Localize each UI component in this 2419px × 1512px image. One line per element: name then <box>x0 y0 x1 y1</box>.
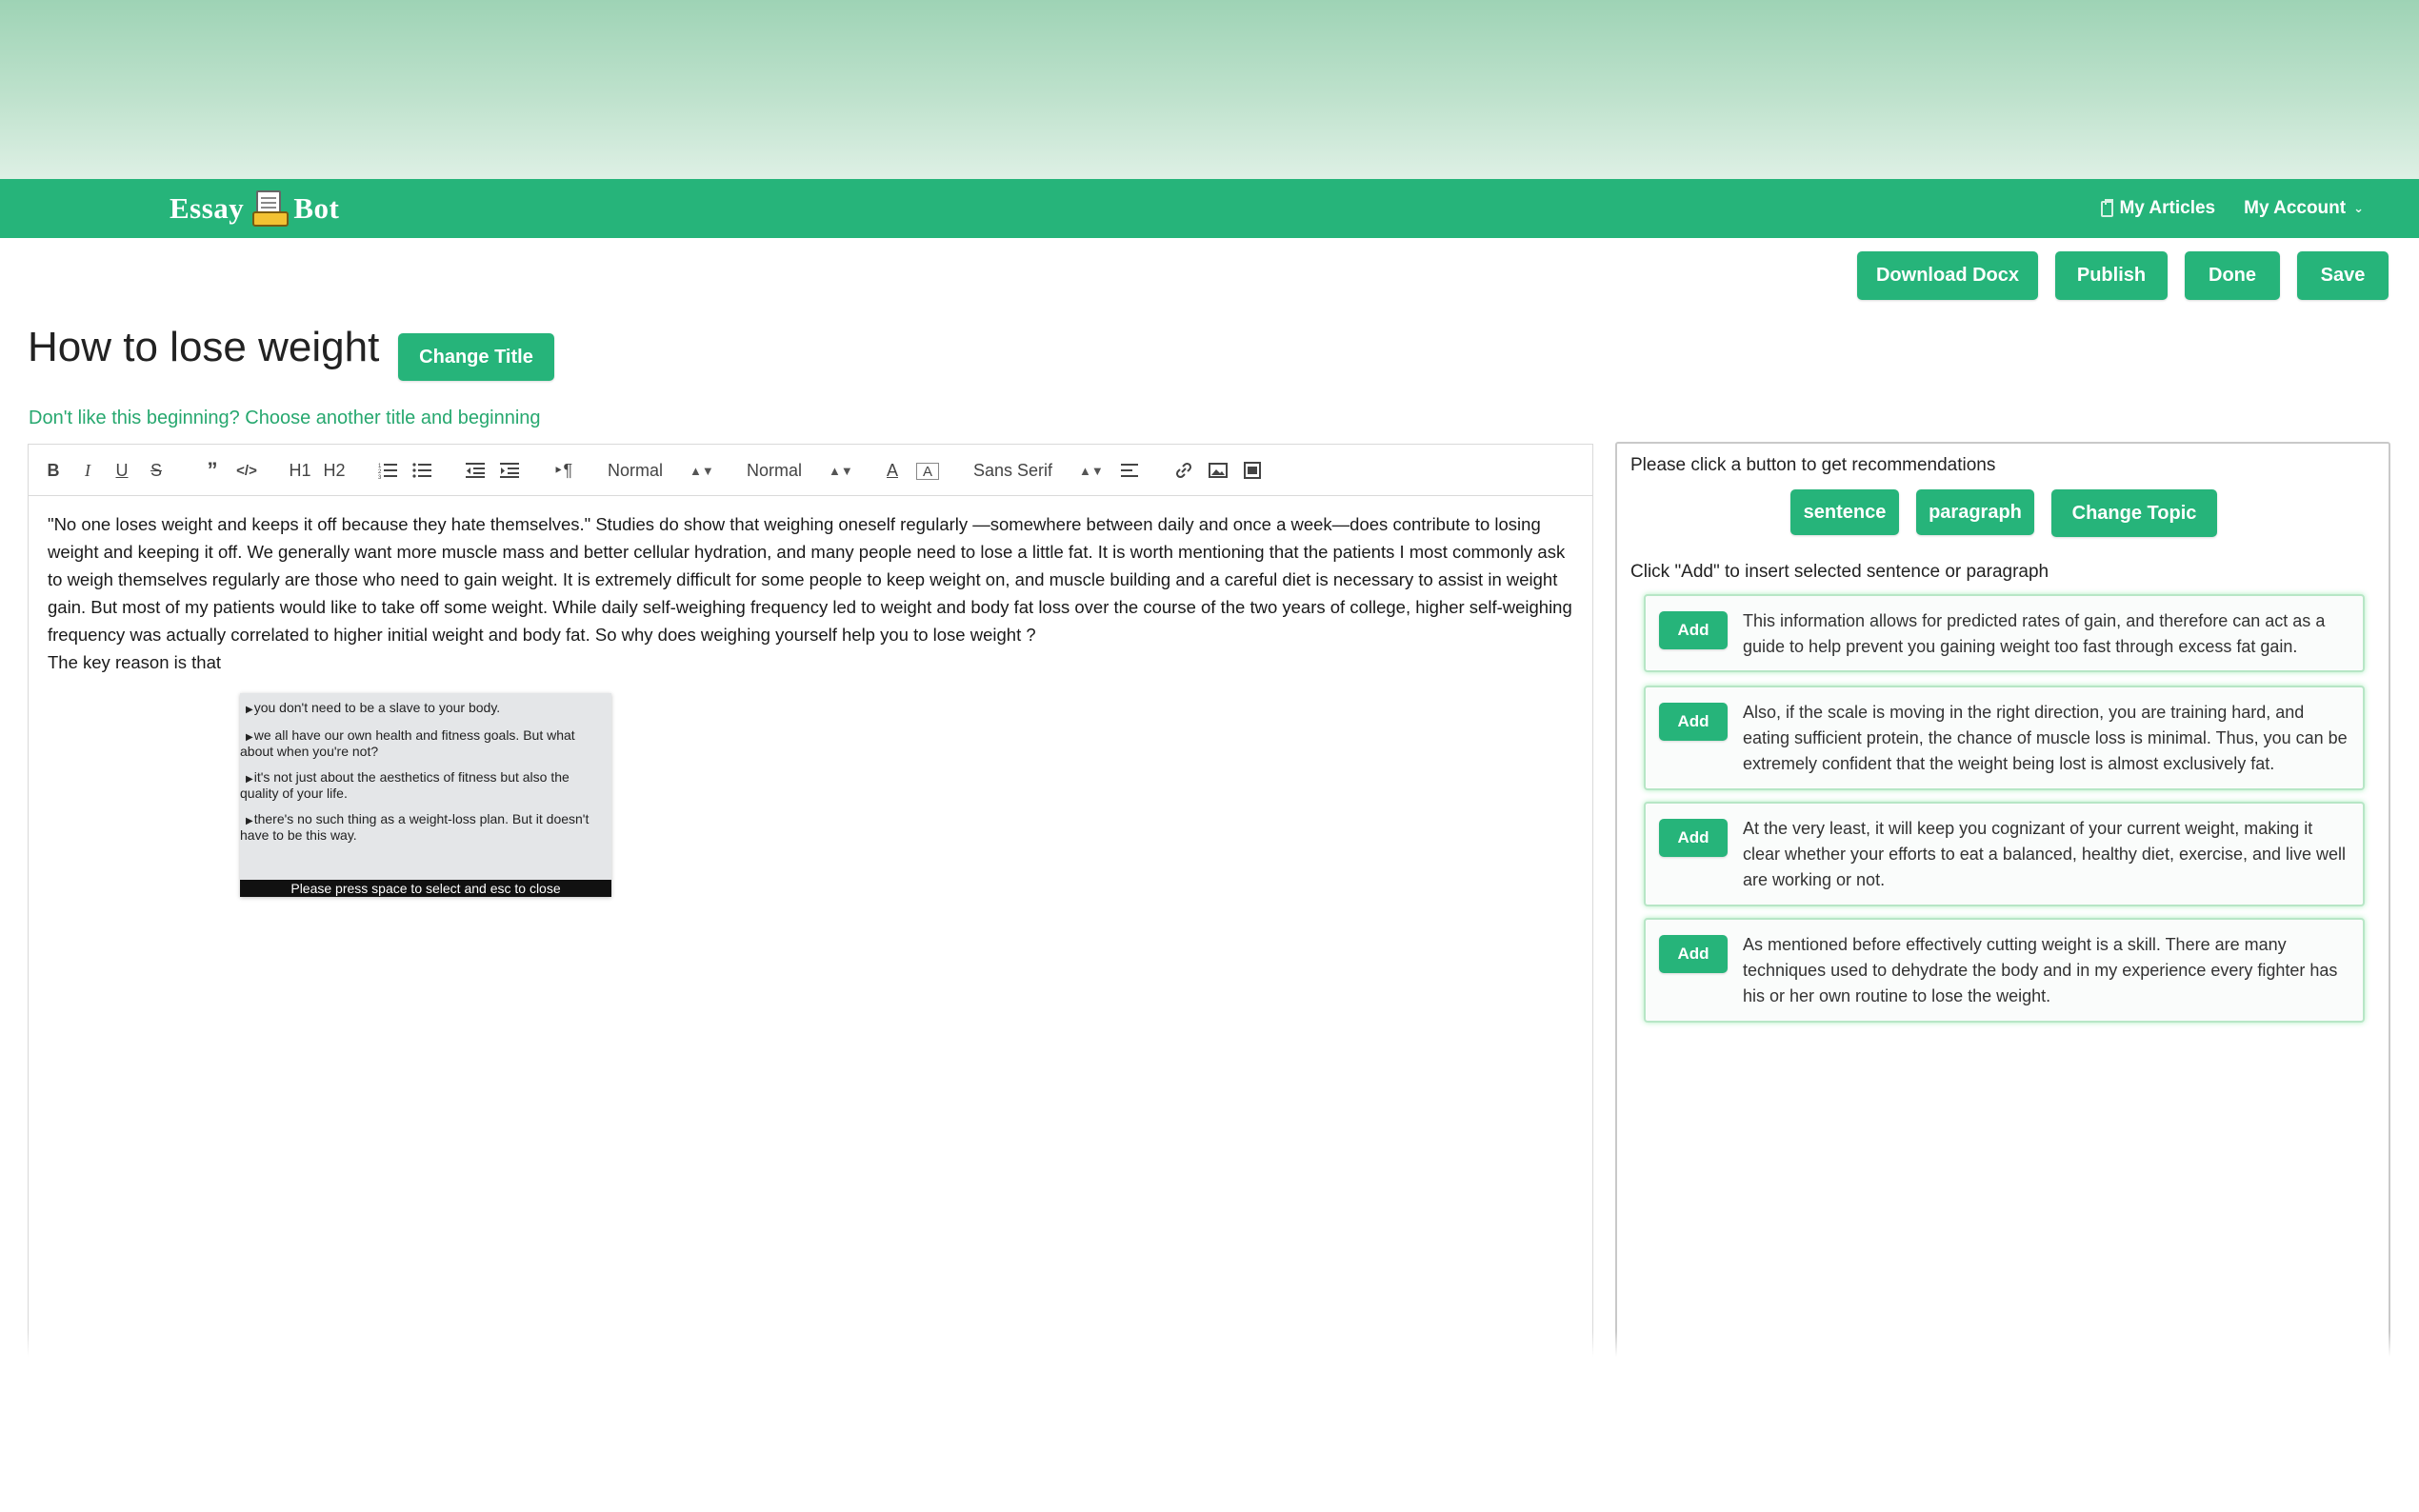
suggestion-item[interactable]: ▶you don't need to be a slave to your bo… <box>240 701 606 717</box>
clipboard-icon <box>2101 198 2114 217</box>
add-button[interactable]: Add <box>1659 935 1728 973</box>
italic-icon[interactable]: I <box>78 458 97 483</box>
video-icon[interactable] <box>1240 458 1265 483</box>
sentence-button[interactable]: sentence <box>1790 489 1899 535</box>
recommendation-text: As mentioned before effectively cutting … <box>1743 935 2338 1005</box>
bold-icon[interactable]: B <box>44 458 63 483</box>
download-docx-button[interactable]: Download Docx <box>1857 251 2038 300</box>
done-button[interactable]: Done <box>2185 251 2280 300</box>
suggestion-item[interactable]: ▶there's no such thing as a weight-loss … <box>240 812 606 843</box>
suggestion-item[interactable]: ▶it's not just about the aesthetics of f… <box>240 770 606 801</box>
text-editor: B I U S ” </> H1 H2 123 ‣¶ Normal ▲▼ Norm… <box>28 444 1593 1396</box>
font-family-select[interactable]: Sans Serif ▲▼ <box>973 458 1104 483</box>
recommendation-text: Also, if the scale is moving in the righ… <box>1743 703 2348 773</box>
h2-label: H2 <box>323 460 346 480</box>
blockquote-icon[interactable]: ” <box>200 458 225 483</box>
bullet-list-icon[interactable] <box>410 458 434 483</box>
recommendation-card: Add At the very least, it will keep you … <box>1644 802 2365 906</box>
add-button[interactable]: Add <box>1659 703 1728 741</box>
brand-word-right: Bot <box>293 191 340 225</box>
add-hint: Click "Add" to insert selected sentence … <box>1630 562 2049 582</box>
suggestion-popup: ▶you don't need to be a slave to your bo… <box>240 693 611 897</box>
publish-button[interactable]: Publish <box>2055 251 2168 300</box>
recommendation-card: Add This information allows for predicte… <box>1644 594 2365 672</box>
outdent-icon[interactable] <box>463 458 488 483</box>
underline-icon[interactable]: U <box>112 458 131 483</box>
caret-right-icon: ▶ <box>246 732 253 743</box>
nav-my-account-label: My Account <box>2244 198 2347 218</box>
add-button[interactable]: Add <box>1659 611 1728 649</box>
caret-right-icon: ▶ <box>246 705 253 715</box>
header-format-value: Normal <box>608 460 664 480</box>
nav-my-account[interactable]: My Account ⌄ <box>2244 198 2364 219</box>
select-arrows-icon: ▲▼ <box>829 463 853 478</box>
bottom-fade <box>0 1331 2419 1512</box>
recommendation-card: Add As mentioned before effectively cutt… <box>1644 918 2365 1023</box>
select-arrows-icon: ▲▼ <box>1079 463 1104 478</box>
brand-logo[interactable]: Essay Bot <box>170 187 339 230</box>
editor-continuation: The key reason is that <box>48 652 222 672</box>
font-color-icon[interactable]: A <box>882 458 903 483</box>
size-value: Normal <box>747 460 803 480</box>
caret-right-icon: ▶ <box>246 816 253 826</box>
size-select[interactable]: Normal ▲▼ <box>747 458 853 483</box>
save-button[interactable]: Save <box>2297 251 2389 300</box>
paragraph-button[interactable]: paragraph <box>1916 489 2034 535</box>
suggestion-item[interactable]: ▶we all have our own health and fitness … <box>240 728 606 759</box>
top-banner <box>0 0 2419 179</box>
image-icon[interactable] <box>1206 458 1230 483</box>
editor-paragraph: "No one loses weight and keeps it off be… <box>48 514 1572 645</box>
chevron-down-icon: ⌄ <box>2353 201 2364 215</box>
panel-hint: Please click a button to get recommendat… <box>1630 455 1996 475</box>
brand-word-left: Essay <box>170 191 245 225</box>
code-block-icon[interactable]: </> <box>234 458 259 483</box>
change-title-button[interactable]: Change Title <box>398 333 554 381</box>
select-arrows-icon: ▲▼ <box>690 463 714 478</box>
recommendation-text: At the very least, it will keep you cogn… <box>1743 819 2347 889</box>
font-family-value: Sans Serif <box>973 460 1053 480</box>
nav-my-articles-label: My Articles <box>2119 198 2216 218</box>
choose-beginning-link[interactable]: Don't like this beginning? Choose anothe… <box>29 408 541 429</box>
align-icon[interactable] <box>1118 458 1143 483</box>
popup-footer: Please press space to select and esc to … <box>240 880 611 897</box>
nav-my-articles[interactable]: My Articles <box>2101 198 2215 219</box>
svg-text:3: 3 <box>378 475 382 479</box>
header-format-select[interactable]: Normal ▲▼ <box>608 458 714 483</box>
heading-2-icon[interactable]: H2 <box>320 458 349 483</box>
page-title: How to lose weight <box>28 324 380 370</box>
document-bot-icon <box>252 190 290 227</box>
recommendation-card: Add Also, if the scale is moving in the … <box>1644 686 2365 790</box>
change-topic-button[interactable]: Change Topic <box>2051 489 2217 537</box>
editor-toolbar: B I U S ” </> H1 H2 123 ‣¶ Normal ▲▼ Norm… <box>29 445 1592 496</box>
text-direction-icon[interactable]: ‣¶ <box>550 458 575 483</box>
strikethrough-icon[interactable]: S <box>147 458 166 483</box>
recommendation-text: This information allows for predicted ra… <box>1743 611 2326 656</box>
heading-1-icon[interactable]: H1 <box>286 458 314 483</box>
background-color-icon[interactable]: A <box>916 463 939 480</box>
add-button[interactable]: Add <box>1659 819 1728 857</box>
caret-right-icon: ▶ <box>246 774 253 785</box>
navbar: Essay Bot My Articles My Account ⌄ <box>0 179 2419 238</box>
h1-label: H1 <box>289 460 311 480</box>
link-icon[interactable] <box>1171 458 1196 483</box>
editor-content[interactable]: "No one loses weight and keeps it off be… <box>48 510 1581 676</box>
ordered-list-icon[interactable]: 123 <box>375 458 400 483</box>
recommendations-panel: Please click a button to get recommendat… <box>1615 442 2390 1403</box>
indent-icon[interactable] <box>497 458 522 483</box>
